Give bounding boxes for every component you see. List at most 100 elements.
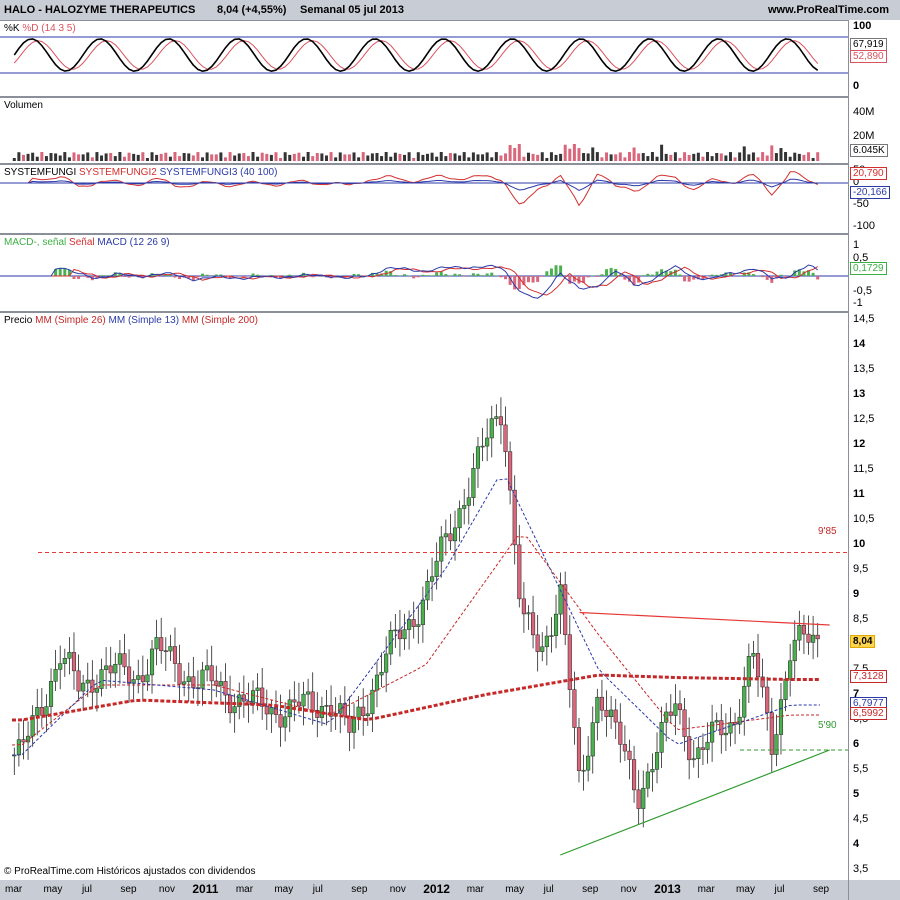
candle-body	[604, 709, 609, 718]
candle-body	[113, 663, 118, 674]
x-month-label: sep	[351, 884, 368, 895]
x-month-label: jul	[543, 884, 554, 895]
support-annotation: 5'90	[818, 720, 837, 731]
volume-bar	[536, 154, 540, 161]
macd-histogram-bar	[127, 276, 131, 278]
volume-bar	[228, 152, 232, 161]
candle-body	[677, 703, 683, 711]
macd-histogram-bar	[205, 274, 209, 276]
volume-bar	[35, 156, 39, 161]
candle-body	[361, 706, 366, 717]
candle-body	[714, 720, 719, 723]
volume-bar	[403, 154, 407, 161]
volume-bar	[724, 155, 728, 161]
candle-body	[609, 709, 614, 718]
volume-bar	[274, 152, 278, 161]
macd-histogram-bar	[77, 276, 81, 279]
candle-body	[278, 714, 283, 728]
candle-body	[783, 678, 788, 700]
volume-bar	[747, 154, 751, 161]
candle-body	[668, 711, 673, 716]
trendline-rising-support	[560, 749, 830, 856]
volume-bar	[265, 153, 269, 161]
candle-body	[503, 424, 508, 452]
volume-bar	[113, 156, 117, 161]
volume-bar	[761, 152, 765, 161]
volume-bar	[793, 152, 797, 161]
candle-body	[99, 669, 104, 689]
volume-bar	[683, 152, 687, 161]
x-month-label: may	[736, 884, 755, 895]
price-tick: 13,5	[853, 363, 875, 375]
price-tick: 12	[853, 438, 866, 450]
volume-bar	[756, 157, 760, 161]
candle-body	[590, 722, 595, 757]
stoch-tick: 0	[853, 80, 860, 92]
macd-histogram-bar	[536, 276, 540, 282]
macd-histogram-bar	[715, 274, 719, 276]
volume-bar	[517, 144, 521, 161]
volume-bar	[678, 157, 682, 161]
price-tick: 6	[853, 738, 860, 750]
candle-body	[811, 634, 816, 643]
volume-bar	[219, 152, 223, 161]
candle-body	[641, 787, 646, 809]
volume-bar	[306, 152, 310, 161]
sysf-tick: -100	[853, 220, 876, 232]
candle-body	[122, 653, 127, 668]
volume-bar	[462, 152, 466, 161]
candle-body	[673, 703, 678, 716]
volume-bar	[742, 146, 746, 161]
candle-body	[705, 741, 710, 750]
candle-body	[627, 750, 632, 760]
price-tick: 5	[853, 788, 860, 800]
volume-bar	[494, 152, 498, 161]
candle-body	[765, 686, 770, 713]
volume-bar	[582, 153, 586, 161]
time-axis: mar may jul sep nov 2011 mar may jul sep nov 2012 ma…	[0, 880, 848, 900]
volume-bar	[393, 152, 397, 161]
candle-body	[769, 712, 774, 755]
macd-histogram-bar	[453, 273, 457, 276]
macd-histogram-bar	[811, 272, 815, 276]
candle-body	[540, 646, 545, 652]
volume-bar	[370, 153, 374, 161]
candle-body	[186, 676, 191, 683]
volume-bar	[389, 156, 393, 161]
candle-body	[306, 691, 311, 695]
volume-bar	[669, 154, 673, 161]
x-month-label: mar	[466, 884, 484, 895]
volume-bar	[425, 153, 429, 161]
candle-body	[599, 696, 604, 711]
candle-body	[815, 634, 820, 640]
volume-bar	[95, 152, 99, 161]
candle-body	[664, 711, 669, 723]
macd-histogram-bar	[100, 275, 104, 276]
macd-histogram-bar	[605, 269, 609, 276]
macd-histogram-bar	[761, 276, 765, 278]
volume-bar	[609, 154, 613, 161]
candle-body	[517, 544, 522, 600]
macd-histogram-bar	[586, 276, 590, 278]
volume-bar	[233, 155, 237, 161]
volume-bar	[329, 152, 333, 161]
macd-histogram-bar	[435, 272, 439, 276]
candle-body	[365, 713, 370, 717]
volume-bar	[334, 157, 338, 161]
macd-histogram-bar	[201, 273, 205, 276]
volume-bar	[554, 154, 558, 161]
volume-bar	[715, 153, 719, 161]
candle-body	[324, 705, 329, 707]
volume-bar	[256, 156, 260, 161]
volume-bar	[159, 153, 163, 161]
volume-bar	[118, 152, 122, 161]
volume-bar	[568, 148, 572, 161]
volume-bar	[563, 144, 567, 161]
volume-bar	[86, 152, 90, 161]
candle-body	[21, 739, 26, 743]
candle-body	[801, 625, 806, 635]
candle-body	[774, 734, 779, 755]
volume-bar	[40, 152, 44, 161]
resistance-annotation: 9'85	[818, 526, 837, 537]
candle-body	[645, 771, 650, 789]
